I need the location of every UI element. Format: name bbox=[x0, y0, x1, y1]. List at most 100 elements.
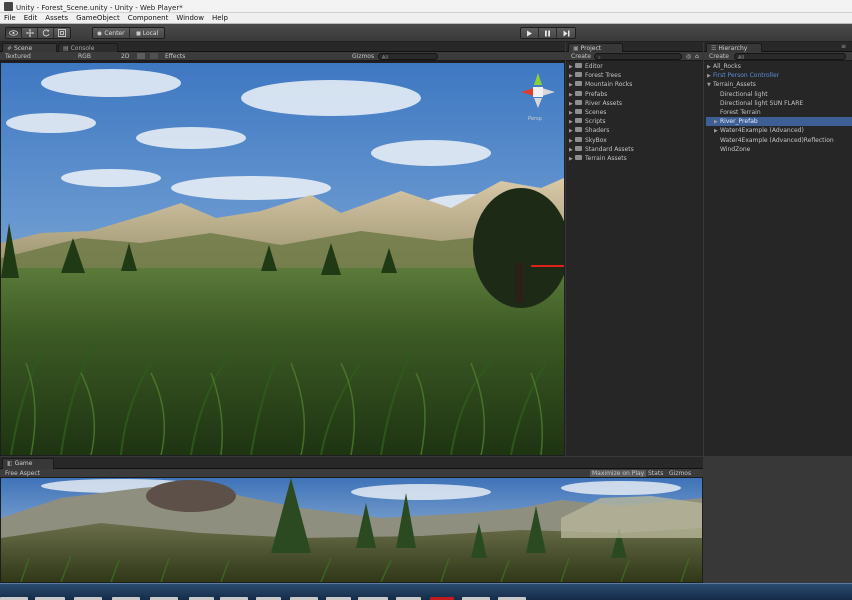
project-folder-terrain-assets[interactable]: ▶ Terrain Assets bbox=[569, 154, 703, 163]
folder-icon bbox=[575, 145, 582, 151]
window-title: Unity - Forest_Scene.unity - Unity - Web… bbox=[16, 4, 183, 12]
tab-hierarchy[interactable]: ☰ Hierarchy bbox=[706, 43, 762, 52]
persp-label: Persp bbox=[528, 116, 542, 122]
tab-game[interactable]: ◧ Game bbox=[2, 458, 54, 469]
maximize-on-play-toggle[interactable]: Maximize on Play bbox=[590, 470, 647, 477]
tab-project[interactable]: ▣ Project bbox=[568, 43, 623, 52]
project-folder-river-assets[interactable]: ▶ River Assets bbox=[569, 99, 703, 108]
folder-icon bbox=[575, 108, 582, 114]
folder-icon bbox=[575, 136, 582, 142]
hierarchy-search-input[interactable]: ⌕ All bbox=[734, 53, 846, 61]
menu-edit[interactable]: Edit bbox=[24, 14, 38, 23]
tab-scene-label: Scene bbox=[13, 45, 33, 52]
rotate-tool-button[interactable] bbox=[38, 28, 54, 38]
game-gizmos-dropdown[interactable]: Gizmos bbox=[669, 470, 691, 477]
pivot-center-toggle[interactable]: Center bbox=[93, 28, 130, 38]
game-render bbox=[1, 478, 702, 582]
hierarchy-item-label: Directional light SUN FLARE bbox=[720, 99, 804, 107]
mode-2d-toggle[interactable]: 2D bbox=[121, 53, 129, 60]
hierarchy-item[interactable]: ▶ First Person Controller bbox=[706, 71, 852, 80]
scene-tab-icon: # bbox=[7, 45, 13, 52]
project-search-icon: ⌕ bbox=[598, 55, 601, 61]
aspect-dropdown[interactable]: Free Aspect bbox=[5, 470, 40, 477]
lighting-toggle[interactable] bbox=[137, 53, 145, 59]
hierarchy-create-dropdown[interactable]: Create bbox=[709, 53, 729, 60]
project-tabstrip: ▣ Project bbox=[566, 42, 703, 52]
folder-label: Scenes bbox=[585, 108, 607, 116]
unity-logo-icon bbox=[4, 2, 13, 11]
folder-icon bbox=[575, 99, 582, 105]
project-folder-forest-trees[interactable]: ▶ Forest Trees bbox=[569, 71, 703, 80]
hierarchy-item[interactable]: ▶ All_Rocks bbox=[706, 62, 852, 71]
folder-label: Prefabs bbox=[585, 90, 608, 98]
tab-scene[interactable]: # Scene bbox=[2, 43, 57, 52]
hierarchy-item[interactable]: Forest Terrain bbox=[706, 108, 852, 117]
project-folder-editor[interactable]: ▶ Editor bbox=[569, 62, 703, 71]
hierarchy-item-label: All_Rocks bbox=[713, 63, 741, 70]
step-button[interactable] bbox=[557, 28, 575, 38]
project-asset-list: ▶ Editor ▶ Forest Trees ▶ Mountain Rocks ▶ P… bbox=[566, 62, 703, 456]
tab-console[interactable]: ▤ Console bbox=[58, 43, 118, 52]
game-viewport[interactable] bbox=[1, 478, 702, 582]
project-folder-standard-assets[interactable]: ▶ Standard Assets bbox=[569, 145, 703, 154]
project-folder-mountain-rocks[interactable]: ▶ Mountain Rocks bbox=[569, 80, 703, 89]
hierarchy-item[interactable]: WindZone bbox=[706, 145, 852, 154]
project-folder-scenes[interactable]: ▶ Scenes bbox=[569, 108, 703, 117]
stats-toggle[interactable]: Stats bbox=[648, 470, 663, 477]
scale-tool-button[interactable] bbox=[54, 28, 70, 38]
filter-by-label-icon[interactable]: ⌂ bbox=[695, 53, 699, 60]
project-folder-prefabs[interactable]: ▶ Prefabs bbox=[569, 90, 703, 99]
hierarchy-item[interactable]: Directional light SUN FLARE bbox=[706, 99, 852, 108]
hierarchy-item[interactable]: ▼ Terrain_Assets bbox=[706, 80, 852, 89]
rotate-icon bbox=[42, 29, 49, 37]
menu-file[interactable]: File bbox=[4, 14, 16, 23]
main-toolbar: Center Local bbox=[0, 24, 852, 42]
audio-toggle[interactable] bbox=[150, 53, 158, 59]
project-folder-scripts[interactable]: ▶ Scripts bbox=[569, 117, 703, 126]
scene-search-input[interactable]: ⌕ All bbox=[378, 53, 438, 61]
pivot-local-toggle[interactable]: Local bbox=[130, 28, 164, 38]
pivot-toggles: Center Local bbox=[92, 27, 165, 39]
hierarchy-item[interactable]: Directional light bbox=[706, 90, 852, 99]
project-search-input[interactable]: ⌕ bbox=[594, 53, 682, 61]
panel-menu-icon[interactable]: ≡ bbox=[841, 43, 846, 50]
scene-viewport[interactable]: Persp bbox=[1, 63, 564, 455]
menu-bar: File Edit Assets GameObject Component Wi… bbox=[0, 13, 852, 24]
scene-tabstrip: # Scene ▤ Console bbox=[0, 42, 565, 52]
scene-control-bar: Textured RGB 2D Effects Gizmos ⌕ All bbox=[0, 52, 565, 61]
pause-button[interactable] bbox=[539, 28, 557, 38]
folder-label: Forest Trees bbox=[585, 72, 621, 80]
menu-window[interactable]: Window bbox=[176, 14, 204, 23]
hierarchy-item-label: River_Prefab bbox=[720, 118, 758, 126]
game-control-bar: Free Aspect Maximize on Play Stats Gizmo… bbox=[0, 469, 703, 478]
filter-by-type-icon[interactable]: ◎ bbox=[686, 53, 691, 60]
folder-icon bbox=[575, 127, 582, 133]
eye-icon bbox=[9, 30, 18, 36]
folder-label: River Assets bbox=[585, 99, 622, 107]
project-folder-skybox[interactable]: ▶ SkyBox bbox=[569, 136, 703, 145]
render-mode-dropdown[interactable]: RGB bbox=[78, 53, 91, 60]
hand-tool-button[interactable] bbox=[6, 28, 22, 38]
tab-game-label: Game bbox=[14, 460, 33, 467]
hierarchy-item[interactable]: Water4Example (Advanced)Reflection bbox=[706, 136, 852, 145]
hierarchy-item[interactable]: ▶ Water4Example (Advanced) bbox=[706, 126, 852, 135]
project-create-dropdown[interactable]: Create bbox=[571, 53, 591, 60]
draw-mode-dropdown[interactable]: Textured bbox=[5, 53, 31, 60]
folder-icon bbox=[575, 63, 582, 68]
pause-icon bbox=[545, 30, 550, 36]
menu-help[interactable]: Help bbox=[212, 14, 228, 23]
folder-icon bbox=[575, 154, 582, 160]
hierarchy-tab-icon: ☰ bbox=[711, 45, 717, 52]
folder-icon bbox=[575, 72, 582, 78]
menu-assets[interactable]: Assets bbox=[45, 14, 68, 23]
gizmos-dropdown[interactable]: Gizmos bbox=[352, 53, 374, 60]
menu-gameobject[interactable]: GameObject bbox=[76, 14, 120, 23]
move-tool-button[interactable] bbox=[22, 28, 38, 38]
scale-icon bbox=[58, 29, 66, 37]
effects-dropdown[interactable]: Effects bbox=[165, 53, 185, 60]
play-button[interactable] bbox=[521, 28, 539, 38]
tab-project-label: Project bbox=[580, 45, 602, 52]
menu-component[interactable]: Component bbox=[128, 14, 169, 23]
hierarchy-item[interactable]: ▶ River_Prefab bbox=[706, 117, 852, 127]
project-folder-shaders[interactable]: ▶ Shaders bbox=[569, 126, 703, 135]
